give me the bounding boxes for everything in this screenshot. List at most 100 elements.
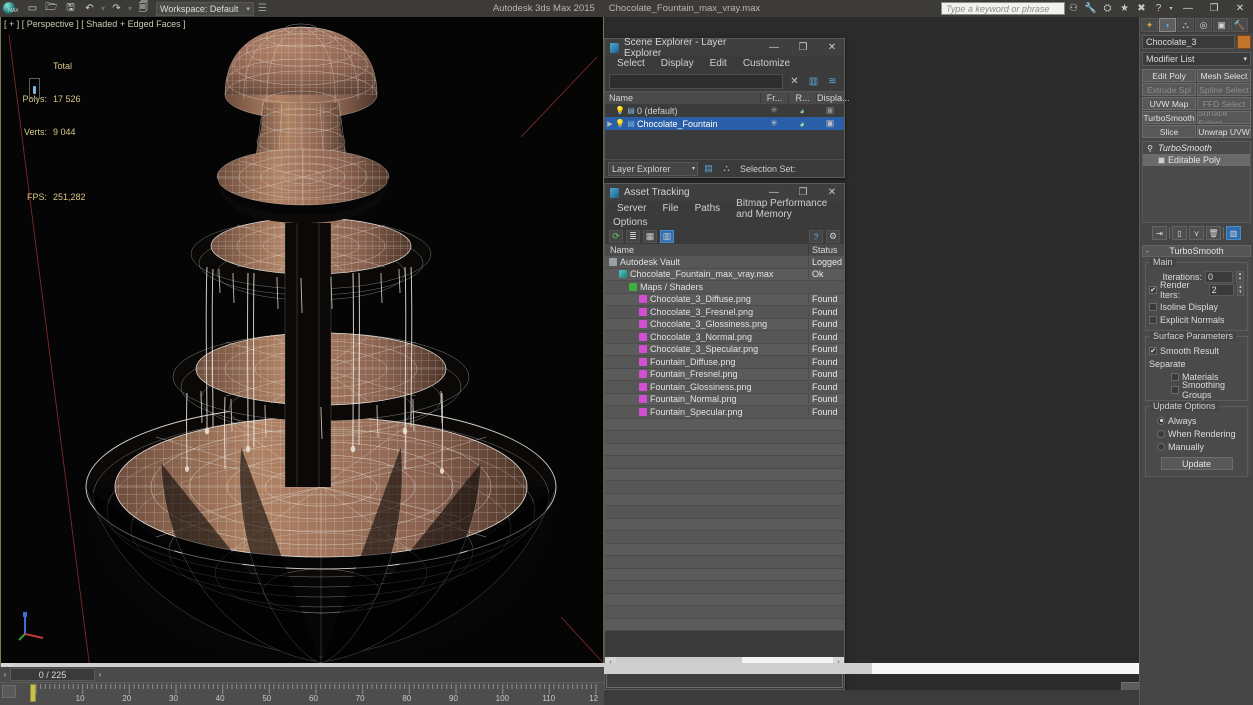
render-iters-field[interactable]: 2: [1208, 283, 1234, 296]
list-item[interactable]: 💡 ▤ 0 (default) ✳ ◕ ▣: [605, 104, 844, 117]
star-icon[interactable]: ★: [1116, 0, 1133, 17]
column-name[interactable]: Name: [605, 245, 808, 255]
render-toggle-icon[interactable]: ◕: [788, 106, 816, 116]
settings-icon[interactable]: ⚙: [826, 230, 840, 243]
save-icon[interactable]: 🖫: [62, 1, 79, 16]
undo-icon[interactable]: ↶: [81, 1, 98, 16]
iterations-field[interactable]: 0: [1205, 270, 1233, 283]
display-toggle-icon[interactable]: ▣: [816, 118, 844, 129]
display-toggle-icon[interactable]: ▣: [816, 105, 844, 116]
scene-explorer-titlebar[interactable]: Scene Explorer - Layer Explorer — ❐ ✕: [605, 37, 844, 59]
maximize-icon[interactable]: ❐: [791, 39, 815, 56]
set-project-icon[interactable]: 🗐: [135, 1, 152, 16]
modifier-enable-icon[interactable]: ⚲: [1145, 144, 1155, 153]
make-unique-icon[interactable]: ⋎: [1189, 226, 1204, 240]
modifier-button[interactable]: Extrude Spl: [1142, 83, 1196, 96]
freeze-toggle-icon[interactable]: ✳: [760, 105, 788, 116]
modifier-button[interactable]: FFD Select: [1197, 97, 1251, 110]
table-row[interactable]: Chocolate_3_Normal.png Found: [605, 331, 844, 344]
menu-bitmap-performance[interactable]: Bitmap Performance and Memory: [728, 198, 844, 220]
perspective-viewport[interactable]: [ + ] [ Perspective ] [ Shaded + Edged F…: [0, 17, 604, 667]
pin-stack-icon[interactable]: ⇥: [1152, 226, 1167, 240]
turbosmooth-rollup-header[interactable]: - TurboSmooth: [1142, 245, 1251, 257]
modifier-button[interactable]: UVW Map: [1142, 97, 1196, 110]
create-tab[interactable]: ✦: [1141, 18, 1158, 32]
freeze-toggle-icon[interactable]: ✳: [760, 118, 788, 129]
menu-display[interactable]: Display: [653, 58, 702, 69]
binoculars-icon[interactable]: ⚇: [1065, 0, 1082, 17]
exchange-icon[interactable]: ✖: [1133, 0, 1150, 17]
explicit-normals-checkbox[interactable]: [1149, 315, 1157, 324]
menu-paths[interactable]: Paths: [687, 203, 729, 214]
table-row[interactable]: Chocolate_3_Specular.png Found: [605, 343, 844, 356]
modifier-button[interactable]: Mesh Select: [1197, 69, 1251, 82]
table-row[interactable]: Chocolate_3_Diffuse.png Found: [605, 293, 844, 306]
undo-dropdown-icon[interactable]: ▾: [100, 1, 106, 16]
smooth-result-checkbox[interactable]: ✔: [1149, 346, 1157, 355]
display-tab[interactable]: ▣: [1213, 18, 1230, 32]
hierarchy-tab[interactable]: ⛬: [1177, 18, 1194, 32]
table-row[interactable]: Chocolate_3_Glossiness.png Found: [605, 318, 844, 331]
layer-explorer-toggle-icon[interactable]: ▤: [701, 162, 716, 176]
table-row[interactable]: Fountain_Glossiness.png Found: [605, 381, 844, 394]
redo-icon[interactable]: ↷: [108, 1, 125, 16]
prev-frame-icon[interactable]: ‹: [0, 667, 10, 682]
manually-radio[interactable]: [1157, 442, 1165, 451]
help-icon[interactable]: ?: [809, 230, 823, 243]
modifier-button[interactable]: TurboSmooth: [1142, 111, 1196, 124]
iterations-spinner[interactable]: ▴ ▾: [1236, 270, 1244, 283]
clear-search-icon[interactable]: ✕: [787, 74, 802, 89]
utilities-tab[interactable]: 🔨: [1231, 18, 1248, 32]
thumbnail-view-icon[interactable]: ▦: [643, 230, 657, 243]
menu-file[interactable]: File: [654, 203, 686, 214]
wrench-icon[interactable]: 🔧: [1082, 0, 1099, 17]
menu-options[interactable]: Options: [609, 217, 651, 228]
explorer-mode-dropdown[interactable]: Layer Explorer ▾: [608, 161, 698, 176]
motion-tab[interactable]: ◎: [1195, 18, 1212, 32]
frame-readout[interactable]: 0 / 225: [10, 668, 95, 681]
show-end-result-icon[interactable]: ▯: [1172, 226, 1187, 240]
configure-modifier-sets-icon[interactable]: ▥: [1226, 226, 1241, 240]
lightbulb-icon[interactable]: 💡: [615, 106, 625, 115]
modifier-button[interactable]: Surface Select: [1197, 111, 1251, 124]
always-radio[interactable]: [1157, 416, 1165, 425]
render-iters-checkbox[interactable]: ✔: [1149, 285, 1157, 294]
open-icon[interactable]: 🗁: [43, 1, 60, 16]
table-row[interactable]: Chocolate_Fountain_max_vray.max Ok: [605, 268, 844, 281]
new-layer-icon[interactable]: ▥: [806, 74, 821, 89]
modifier-button[interactable]: Unwrap UVW: [1197, 125, 1251, 138]
restore-icon[interactable]: ❐: [1201, 0, 1227, 17]
track-bar[interactable]: 10 20 30 40 50 60 70 80 90 100 110 12: [0, 682, 604, 705]
help-dropdown-icon[interactable]: ▾: [1167, 0, 1175, 17]
modifier-list-dropdown[interactable]: Modifier List ▾: [1142, 52, 1251, 66]
update-mode-always[interactable]: Always: [1149, 414, 1244, 427]
list-item[interactable]: ▶ 💡 ▤ Chocolate_Fountain ✳ ◕ ▣: [605, 117, 844, 130]
table-row[interactable]: Fountain_Fresnel.png Found: [605, 368, 844, 381]
minimize-icon[interactable]: —: [762, 39, 786, 56]
column-render[interactable]: R...: [788, 93, 816, 103]
menu-toggle-icon[interactable]: ☰: [258, 3, 267, 14]
isoline-display-checkbox[interactable]: [1149, 302, 1157, 311]
search-input[interactable]: Type a keyword or phrase: [941, 2, 1065, 15]
update-button[interactable]: Update: [1160, 457, 1233, 470]
expander-icon[interactable]: ▶: [605, 120, 615, 128]
modifier-stack-item[interactable]: ⚲ TurboSmooth: [1143, 142, 1250, 154]
app-logo-icon[interactable]: MAX: [0, 0, 22, 17]
render-toggle-icon[interactable]: ◕: [788, 119, 816, 129]
list-view-icon[interactable]: ≣: [626, 230, 640, 243]
lightbulb-icon[interactable]: 💡: [615, 119, 625, 128]
update-mode-when-rendering[interactable]: When Rendering: [1149, 427, 1244, 440]
modifier-button[interactable]: Slice: [1142, 125, 1196, 138]
help-icon[interactable]: ?: [1150, 0, 1167, 17]
modifier-stack-item[interactable]: Editable Poly: [1143, 154, 1250, 166]
column-freeze[interactable]: Fr...: [760, 93, 788, 103]
modifier-stack[interactable]: ⚲ TurboSmooth Editable Poly: [1142, 141, 1251, 223]
layer-options-icon[interactable]: ≋: [825, 74, 840, 89]
smoothing-groups-checkbox[interactable]: [1171, 385, 1179, 394]
refresh-icon[interactable]: ⟳: [609, 230, 623, 243]
table-row[interactable]: Maps / Shaders: [605, 281, 844, 294]
table-row[interactable]: Chocolate_3_Fresnel.png Found: [605, 306, 844, 319]
table-row[interactable]: Fountain_Specular.png Found: [605, 406, 844, 419]
redo-dropdown-icon[interactable]: ▾: [127, 1, 133, 16]
close-icon[interactable]: ✕: [820, 39, 844, 56]
